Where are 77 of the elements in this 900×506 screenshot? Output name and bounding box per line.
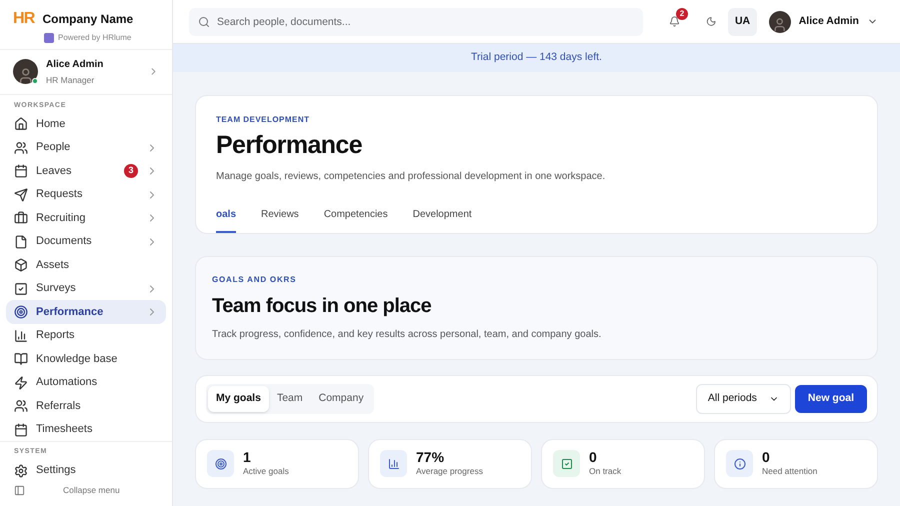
- collapse-menu-link[interactable]: Collapse menu: [63, 484, 120, 497]
- paper-plane-icon: [14, 188, 28, 202]
- bar-chart-icon: [380, 450, 407, 477]
- tab[interactable]: Competencies: [324, 206, 388, 232]
- user-card[interactable]: Alice Admin HR Manager: [0, 50, 172, 95]
- powered-by-text: Powered by HRlume: [58, 32, 132, 44]
- logo: HR: [13, 9, 35, 29]
- people-icon: [14, 399, 28, 413]
- segment-tab[interactable]: My goals: [208, 386, 269, 412]
- initials-button[interactable]: UA: [728, 8, 757, 36]
- stat-value: 0: [589, 450, 598, 465]
- cube-icon: [14, 258, 28, 272]
- company-name: Company Name: [42, 11, 134, 28]
- book-icon: [14, 352, 28, 366]
- notification-badge: 2: [676, 8, 688, 20]
- house-icon: [14, 117, 28, 131]
- user-role: HR Manager: [46, 74, 96, 87]
- sidebar-item[interactable]: Documents: [6, 230, 166, 254]
- sidebar-item[interactable]: People: [6, 136, 166, 160]
- stat-value: 77%: [416, 450, 446, 465]
- sidebar-item[interactable]: Surveys: [6, 276, 166, 300]
- tab[interactable]: oals: [216, 206, 236, 232]
- sidebar-item[interactable]: Referrals: [6, 394, 166, 418]
- checkbox-icon: [553, 450, 580, 477]
- sidebar-item[interactable]: Leaves 3: [6, 159, 166, 183]
- sidebar-item[interactable]: Home: [6, 112, 166, 136]
- trial-banner: Trial period — 143 days left.: [173, 44, 900, 72]
- eyebrow-text: GOALS AND OKRS: [212, 274, 298, 286]
- brand-icon: [44, 33, 54, 43]
- sidebar-item[interactable]: Performance: [6, 300, 166, 324]
- bell-icon[interactable]: [668, 16, 680, 27]
- sidebar-item[interactable]: Automations: [6, 370, 166, 394]
- search-field[interactable]: Search people, documents...: [189, 8, 643, 36]
- user-name: Alice Admin: [46, 58, 104, 72]
- stat-label: Active goals: [243, 464, 289, 478]
- avatar: [13, 59, 38, 84]
- checkbox-icon: [14, 282, 28, 296]
- calendar-icon: [14, 422, 28, 436]
- sidebar-panel-icon: [14, 485, 25, 496]
- target-icon: [14, 305, 28, 319]
- bar-chart-icon: [14, 328, 28, 342]
- sidebar-item[interactable]: Reports: [6, 324, 166, 348]
- search-icon: [198, 16, 210, 28]
- calendar-icon: [14, 164, 28, 178]
- segment-tab[interactable]: Team: [268, 386, 311, 412]
- tab[interactable]: Reviews: [261, 206, 299, 232]
- sidebar-item[interactable]: Recruiting: [6, 206, 166, 230]
- moon-icon[interactable]: [706, 16, 716, 27]
- page-description: Manage goals, reviews, competencies and professional development in one workspace.: [216, 170, 606, 184]
- user-menu[interactable]: Alice Admin: [768, 10, 878, 32]
- hero-title: Team focus in one place: [212, 294, 432, 318]
- stat-label: Average progress: [416, 464, 483, 478]
- page-title: Performance: [216, 130, 363, 161]
- briefcase-icon: [14, 211, 28, 225]
- sidebar-item[interactable]: Requests: [6, 182, 166, 206]
- people-icon: [14, 140, 28, 154]
- sidebar-item[interactable]: Settings: [6, 458, 166, 482]
- tab[interactable]: Development: [412, 206, 472, 232]
- avatar: [768, 10, 791, 32]
- segment-tab[interactable]: Company: [310, 386, 372, 412]
- eyebrow-text: TEAM DEVELOPMENT: [216, 114, 310, 126]
- period-select[interactable]: All periods: [696, 384, 791, 414]
- stat-value: 0: [762, 450, 771, 465]
- stat-label: Need attention: [762, 464, 818, 478]
- count-badge: 3: [124, 164, 138, 178]
- new-goal-button[interactable]: New goal: [794, 384, 867, 412]
- sidebar-item[interactable]: Knowledge base: [6, 347, 166, 371]
- stat-label: On track: [589, 464, 622, 478]
- sidebar-item[interactable]: Timesheets: [6, 418, 166, 442]
- hero-description: Track progress, confidence, and key results across personal, team, and company goals.: [212, 328, 602, 342]
- lightning-icon: [14, 376, 28, 390]
- settings-icon: [14, 464, 28, 478]
- info-icon: [726, 450, 753, 477]
- document-icon: [14, 234, 28, 248]
- stat-value: 1: [243, 450, 252, 465]
- sidebar-item[interactable]: Assets: [6, 253, 166, 277]
- target-icon: [207, 450, 234, 477]
